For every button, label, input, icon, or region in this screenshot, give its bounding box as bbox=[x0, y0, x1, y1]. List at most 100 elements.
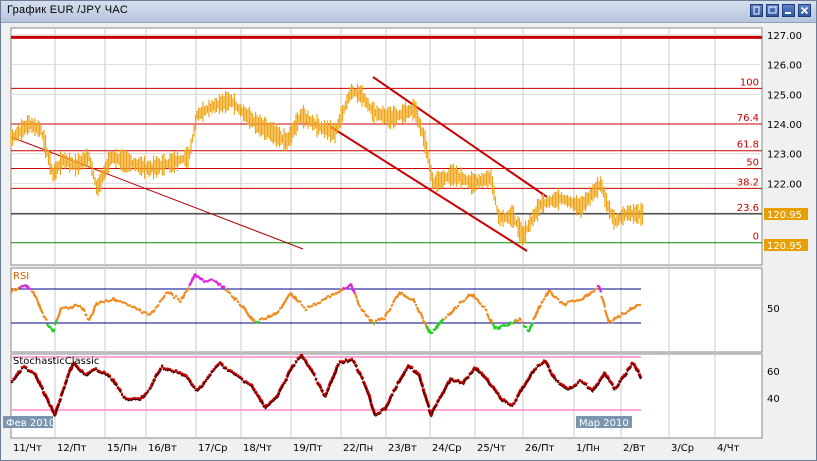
rsi-segment bbox=[18, 286, 22, 289]
rsi-segment bbox=[594, 287, 598, 291]
fib-level-label: 38.2 bbox=[737, 177, 759, 188]
rsi-segment bbox=[42, 314, 46, 319]
price-tick-label: 125.00 bbox=[767, 90, 802, 101]
rsi-segment bbox=[202, 279, 206, 284]
stoch-signal-segment bbox=[10, 381, 14, 384]
close-icon[interactable] bbox=[798, 4, 811, 17]
rsi-segment bbox=[516, 319, 520, 323]
price-tick-label: 124.00 bbox=[767, 120, 802, 131]
rsi-segment bbox=[270, 313, 274, 318]
price-tick-label: 122.00 bbox=[767, 179, 802, 190]
stoch-tick-60: 60 bbox=[767, 367, 780, 378]
rsi-segment bbox=[366, 315, 370, 319]
month-badge-mar: Мар 2010 bbox=[579, 418, 629, 429]
fib-level-label: 50 bbox=[746, 158, 759, 169]
time-axis-label: 2/Вт bbox=[623, 443, 646, 454]
stoch-signal-segment bbox=[174, 370, 178, 373]
stoch-signal-segment bbox=[374, 415, 378, 417]
minimize-icon[interactable] bbox=[782, 4, 795, 17]
stoch-segment bbox=[556, 379, 560, 384]
rsi-segment bbox=[76, 304, 80, 308]
rsi-segment bbox=[542, 297, 546, 301]
time-axis-label: 26/Пт bbox=[525, 443, 555, 454]
rsi-segment bbox=[106, 299, 110, 303]
rsi-segment bbox=[408, 297, 412, 301]
rsi-segment bbox=[122, 301, 126, 305]
time-axis-label: 19/Пт bbox=[293, 443, 323, 454]
rsi-segment bbox=[304, 308, 308, 312]
rsi-segment bbox=[12, 287, 16, 291]
fib-level-label: 23.6 bbox=[737, 203, 759, 214]
rsi-segment bbox=[228, 291, 232, 295]
stoch-signal-segment bbox=[94, 368, 98, 371]
rsi-segment bbox=[256, 320, 260, 325]
stoch-signal-segment bbox=[556, 381, 560, 384]
price-tick-label: 127.00 bbox=[767, 31, 802, 42]
stoch-tick-40: 40 bbox=[767, 394, 780, 405]
rsi-segment bbox=[20, 284, 24, 288]
rsi-segment bbox=[340, 288, 344, 292]
rsi-segment bbox=[236, 300, 240, 304]
month-badge-feb: Фев 2010 bbox=[6, 418, 55, 429]
stoch-signal-segment bbox=[578, 380, 582, 383]
time-axis-label: 22/Пн bbox=[343, 443, 373, 454]
rsi-segment bbox=[362, 309, 366, 314]
fib-level-label: 100 bbox=[740, 77, 759, 88]
rsi-segment bbox=[124, 301, 128, 305]
rsi-segment bbox=[458, 300, 462, 305]
chart-canvas: 100 76.4 61.8 50 38.2 23.6 0 127.00 126.00 125.0… bbox=[3, 27, 808, 454]
rsi-segment bbox=[102, 300, 106, 304]
time-axis-label: 15/Пн bbox=[107, 443, 137, 454]
stoch-signal-segment bbox=[240, 379, 244, 381]
rsi-segment bbox=[320, 298, 324, 302]
rsi-segment bbox=[140, 311, 144, 315]
fib-level-label: 61.8 bbox=[737, 140, 759, 151]
time-axis: 11/Чт 12/Пт 15/Пн 16/Вт 17/Ср 18/Чт 19/Пт 22/Пн… bbox=[13, 443, 740, 454]
rsi-segment bbox=[258, 317, 262, 322]
rsi-segment bbox=[224, 288, 228, 292]
rsi-segment bbox=[406, 295, 410, 300]
price-badge-1: 120.95 bbox=[767, 210, 802, 221]
rsi-segment bbox=[206, 279, 210, 283]
rsi-segment bbox=[70, 306, 74, 310]
rsi-segment bbox=[132, 305, 136, 309]
rsi-segment bbox=[328, 295, 332, 299]
rsi-segment bbox=[552, 294, 556, 299]
rsi-segment bbox=[382, 317, 386, 321]
rsi-segment bbox=[238, 303, 242, 307]
fib-level-label: 0 bbox=[753, 232, 759, 243]
price-axis: 127.00126.00125.00124.00123.00122.00121.… bbox=[767, 31, 802, 220]
rsi-segment bbox=[574, 299, 578, 303]
rsi-segment bbox=[196, 275, 200, 279]
rsi-segment bbox=[480, 304, 484, 308]
rsi-segment bbox=[100, 300, 104, 304]
stoch-signal-segment bbox=[90, 370, 94, 373]
title-bar: График EUR /JPY ЧАС bbox=[1, 1, 816, 23]
rsi-segment bbox=[126, 303, 130, 307]
restore-icon[interactable] bbox=[750, 4, 763, 17]
rsi-segment bbox=[478, 301, 482, 306]
rsi-segment bbox=[520, 320, 524, 324]
stoch-signal-segment bbox=[108, 376, 112, 378]
rsi-segment bbox=[556, 297, 560, 301]
stoch-signal-segment bbox=[146, 391, 150, 393]
rsi-segment bbox=[158, 299, 162, 304]
tile-icon[interactable] bbox=[766, 4, 779, 17]
stoch-segment bbox=[344, 357, 348, 362]
time-axis-label: 18/Чт bbox=[243, 443, 272, 454]
rsi-segment bbox=[178, 299, 182, 304]
rsi-segment bbox=[148, 312, 152, 316]
rsi-segment bbox=[116, 299, 120, 303]
rsi-segment bbox=[156, 303, 160, 308]
rsi-segment bbox=[264, 317, 268, 321]
rsi-segment bbox=[302, 305, 306, 310]
time-axis-label: 25/Чт bbox=[477, 443, 506, 454]
rsi-segment bbox=[330, 292, 334, 297]
stoch-segment bbox=[146, 389, 150, 393]
rsi-segment bbox=[174, 294, 178, 298]
rsi-segment bbox=[482, 305, 486, 309]
rsi-segment bbox=[562, 302, 566, 306]
stoch-signal-segment bbox=[134, 398, 138, 401]
stoch-signal-segment bbox=[30, 371, 34, 374]
rsi-segment bbox=[226, 290, 230, 294]
